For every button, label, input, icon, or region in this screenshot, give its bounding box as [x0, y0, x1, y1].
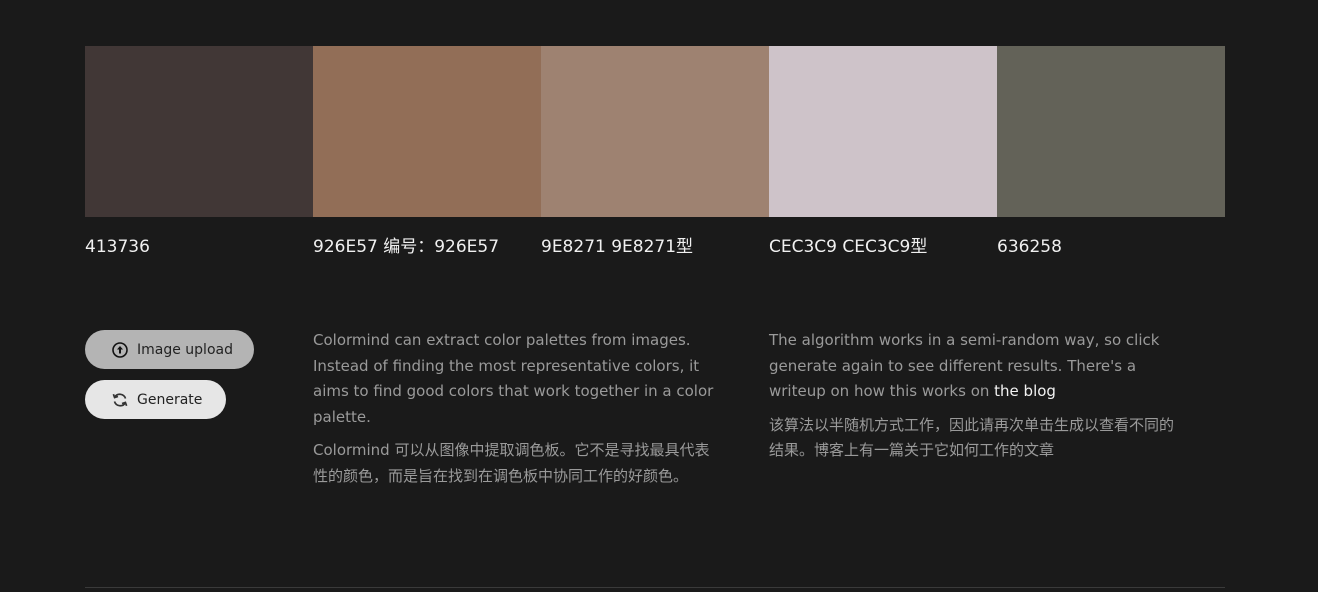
description-extract-en: Colormind can extract color palettes fro…	[313, 331, 714, 426]
swatch-code-5: 636258	[997, 237, 1062, 257]
palette-codes: 413736 926E57 编号：926E57 9E8271 9E8271型 C…	[85, 236, 1225, 258]
upload-circle-icon	[111, 341, 129, 359]
swatch-1[interactable]	[85, 46, 313, 217]
refresh-icon	[111, 391, 129, 409]
blog-link[interactable]: the blog	[994, 382, 1056, 400]
action-buttons: Image upload Generate	[85, 330, 254, 430]
description-algorithm-text: The algorithm works in a semi-random way…	[769, 331, 1160, 400]
swatch-3[interactable]	[541, 46, 769, 217]
description-algorithm: The algorithm works in a semi-random way…	[769, 328, 1179, 472]
description-extract: Colormind can extract color palettes fro…	[313, 328, 723, 497]
swatch-code-2: 926E57 编号：926E57	[313, 237, 500, 257]
description-extract-zh: Colormind 可以从图像中提取调色板。它不是寻找最具代表性的颜色，而是旨在…	[313, 441, 710, 485]
swatch-4[interactable]	[769, 46, 997, 217]
palette-swatches	[85, 46, 1225, 217]
swatch-code-4: CEC3C9 CEC3C9型	[769, 237, 928, 257]
swatch-code-3: 9E8271 9E8271型	[541, 237, 694, 257]
swatch-code-1: 413736	[85, 237, 150, 257]
footer-divider	[85, 587, 1225, 588]
swatch-5[interactable]	[997, 46, 1225, 217]
image-upload-button[interactable]: Image upload	[85, 330, 254, 369]
generate-button[interactable]: Generate	[85, 380, 226, 419]
image-upload-label: Image upload	[137, 341, 233, 358]
swatch-2[interactable]	[313, 46, 541, 217]
description-algorithm-zh: 该算法以半随机方式工作，因此请再次单击生成以查看不同的结果。博客上有一篇关于它如…	[769, 415, 1175, 460]
page: 413736 926E57 编号：926E57 9E8271 9E8271型 C…	[0, 0, 1318, 592]
description-algorithm-en: The algorithm works in a semi-random way…	[769, 328, 1179, 405]
generate-label: Generate	[137, 391, 203, 408]
